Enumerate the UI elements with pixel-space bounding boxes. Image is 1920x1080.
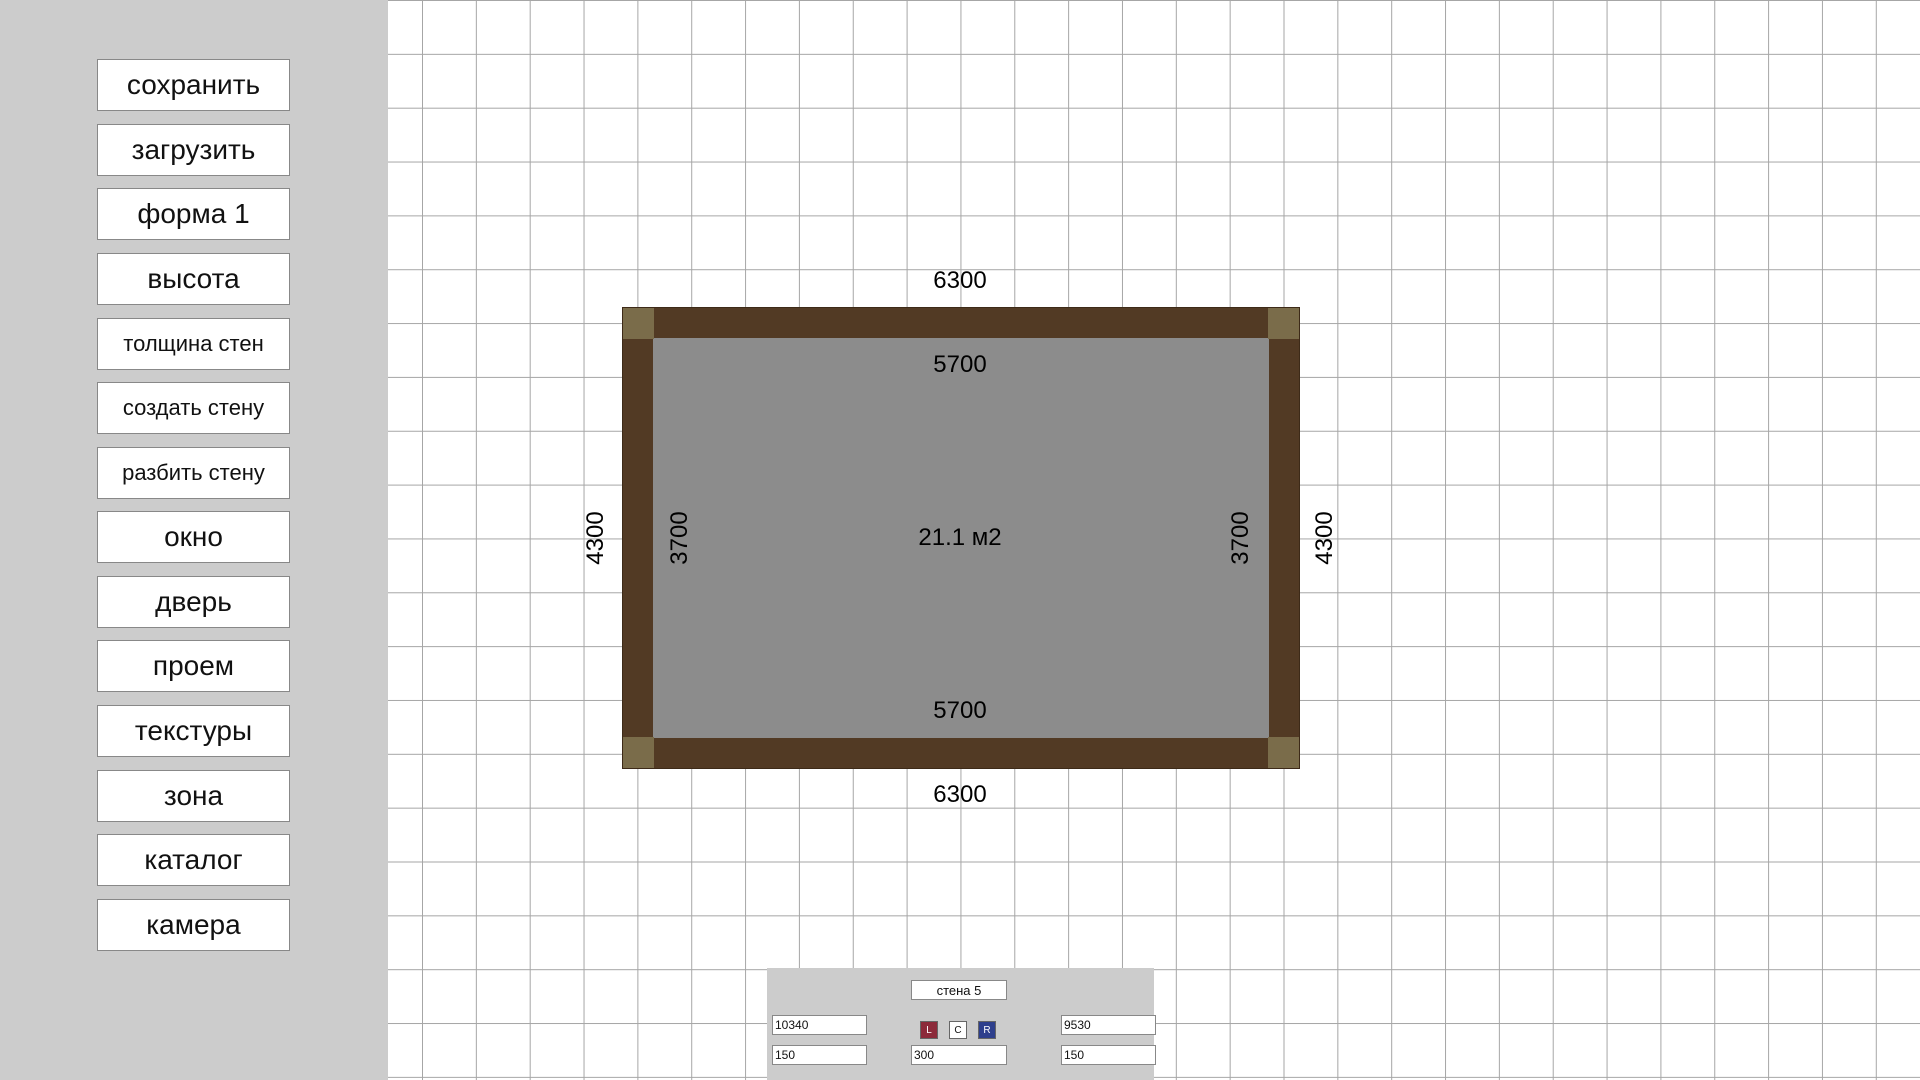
window-button[interactable]: окно [97,511,290,563]
save-button[interactable]: сохранить [97,59,290,111]
load-button[interactable]: загрузить [97,124,290,176]
textures-button[interactable]: текстуры [97,705,290,757]
wall-corner-bottom-right[interactable] [1268,737,1299,768]
wall-left-length-field[interactable] [772,1015,867,1035]
wall-corner-top-right[interactable] [1268,308,1299,339]
wall-corner-top-left[interactable] [623,308,654,339]
wall-corner-bottom-left[interactable] [623,737,654,768]
wall-name-button[interactable]: стена 5 [911,980,1007,1000]
wall-thickness-field[interactable] [911,1045,1007,1065]
align-right-button[interactable]: R [978,1021,996,1039]
zone-button[interactable]: зона [97,770,290,822]
dimension-outer-left: 4300 [582,511,609,565]
wall-right-length-field[interactable] [1061,1015,1156,1035]
split-wall-button[interactable]: разбить стену [97,447,290,499]
wall-right-offset-field[interactable] [1061,1045,1156,1065]
dimension-inner-bottom: 5700 [933,697,987,724]
dimension-inner-left: 3700 [666,511,693,565]
catalog-button[interactable]: каталог [97,834,290,886]
opening-button[interactable]: проем [97,640,290,692]
align-left-button[interactable]: L [920,1021,938,1039]
wall-left-offset-field[interactable] [772,1045,867,1065]
camera-button[interactable]: камера [97,899,290,951]
dimension-inner-top: 5700 [933,351,987,378]
wall-thickness-button[interactable]: толщина стен [97,318,290,370]
sidebar: сохранить загрузить форма 1 высота толщи… [0,0,388,1080]
room-area-label: 21.1 м2 [918,524,1002,551]
dimension-outer-bottom: 6300 [933,781,987,808]
height-button[interactable]: высота [97,253,290,305]
wall-properties-panel: стена 5 L C R [767,968,1156,1080]
door-button[interactable]: дверь [97,576,290,628]
dimension-inner-right: 3700 [1227,511,1254,565]
dimension-outer-right: 4300 [1311,511,1338,565]
create-wall-button[interactable]: создать стену [97,382,290,434]
shape-button[interactable]: форма 1 [97,188,290,240]
align-center-button[interactable]: C [949,1021,967,1039]
app-window: сохранить загрузить форма 1 высота толщи… [0,0,1920,1080]
dimension-outer-top: 6300 [933,267,987,294]
